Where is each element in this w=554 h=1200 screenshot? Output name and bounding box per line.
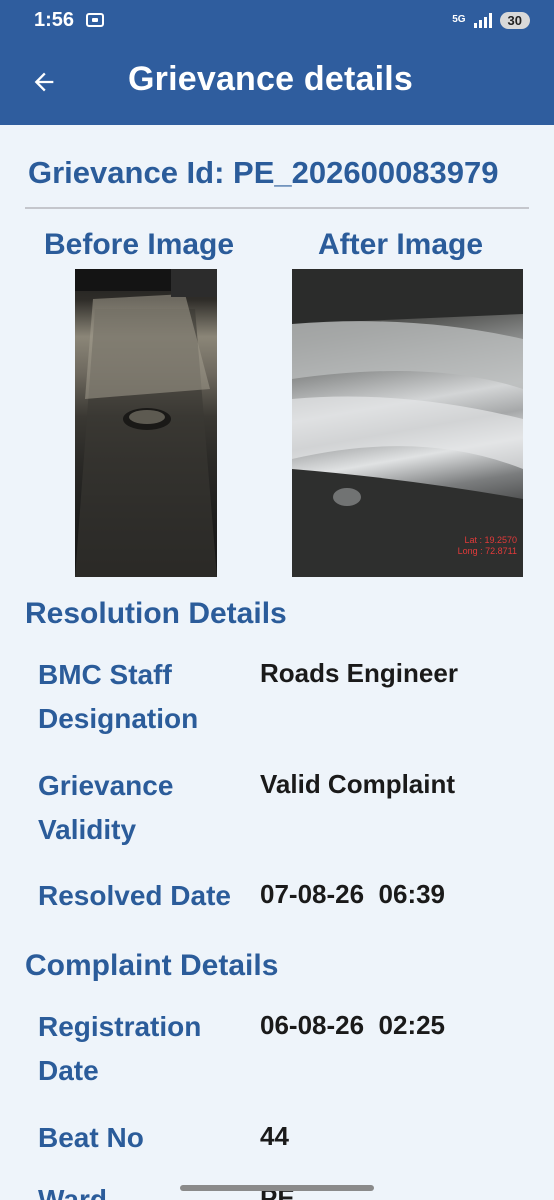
after-image-scene: [292, 269, 523, 577]
grievance-id: Grievance Id: PE_202600083979: [28, 155, 499, 190]
divider: [25, 207, 529, 209]
back-button[interactable]: [28, 66, 60, 98]
registration-date-value: 06-08-26 02:25: [260, 1010, 446, 1040]
complaint-details-title: Complaint Details: [25, 949, 279, 982]
after-image-title: After Image: [318, 228, 484, 261]
before-image-scene: [75, 269, 217, 577]
beat-no-label: Beat No: [38, 1122, 144, 1153]
staff-designation-label: BMC Staff Designation: [38, 659, 199, 734]
app-bar: Grievance details: [0, 40, 554, 125]
screen-record-icon: [86, 13, 105, 27]
arrow-left-icon: [34, 72, 54, 92]
page-title: Grievance details: [128, 60, 413, 98]
resolution-details-title: Resolution Details: [25, 597, 287, 630]
home-indicator[interactable]: [180, 1185, 374, 1191]
grievance-validity-value: Valid Complaint: [260, 769, 456, 799]
grievance-validity-label: Grievance Validity: [38, 770, 174, 845]
resolved-date-label: Resolved Date: [38, 880, 231, 911]
signal-icon: [473, 12, 492, 28]
network-type: 5G: [452, 14, 466, 25]
status-bar: 1:56 5G 30: [0, 0, 554, 40]
after-image[interactable]: Lat : 19.2570 Long : 72.8711: [292, 269, 523, 577]
after-image-lat: Lat : 19.2570: [464, 535, 517, 545]
staff-designation-value: Roads Engineer: [260, 658, 458, 688]
status-time: 1:56: [34, 8, 75, 31]
battery-level: 30: [507, 12, 522, 28]
after-image-long: Long : 72.8711: [457, 546, 517, 556]
before-image-title: Before Image: [44, 228, 235, 261]
resolved-date-value: 07-08-26 06:39: [260, 879, 446, 909]
beat-no-value: 44: [260, 1121, 289, 1151]
before-image[interactable]: [75, 269, 217, 577]
registration-date-label: Registration Date: [38, 1011, 202, 1086]
battery-icon: 30: [499, 11, 530, 29]
